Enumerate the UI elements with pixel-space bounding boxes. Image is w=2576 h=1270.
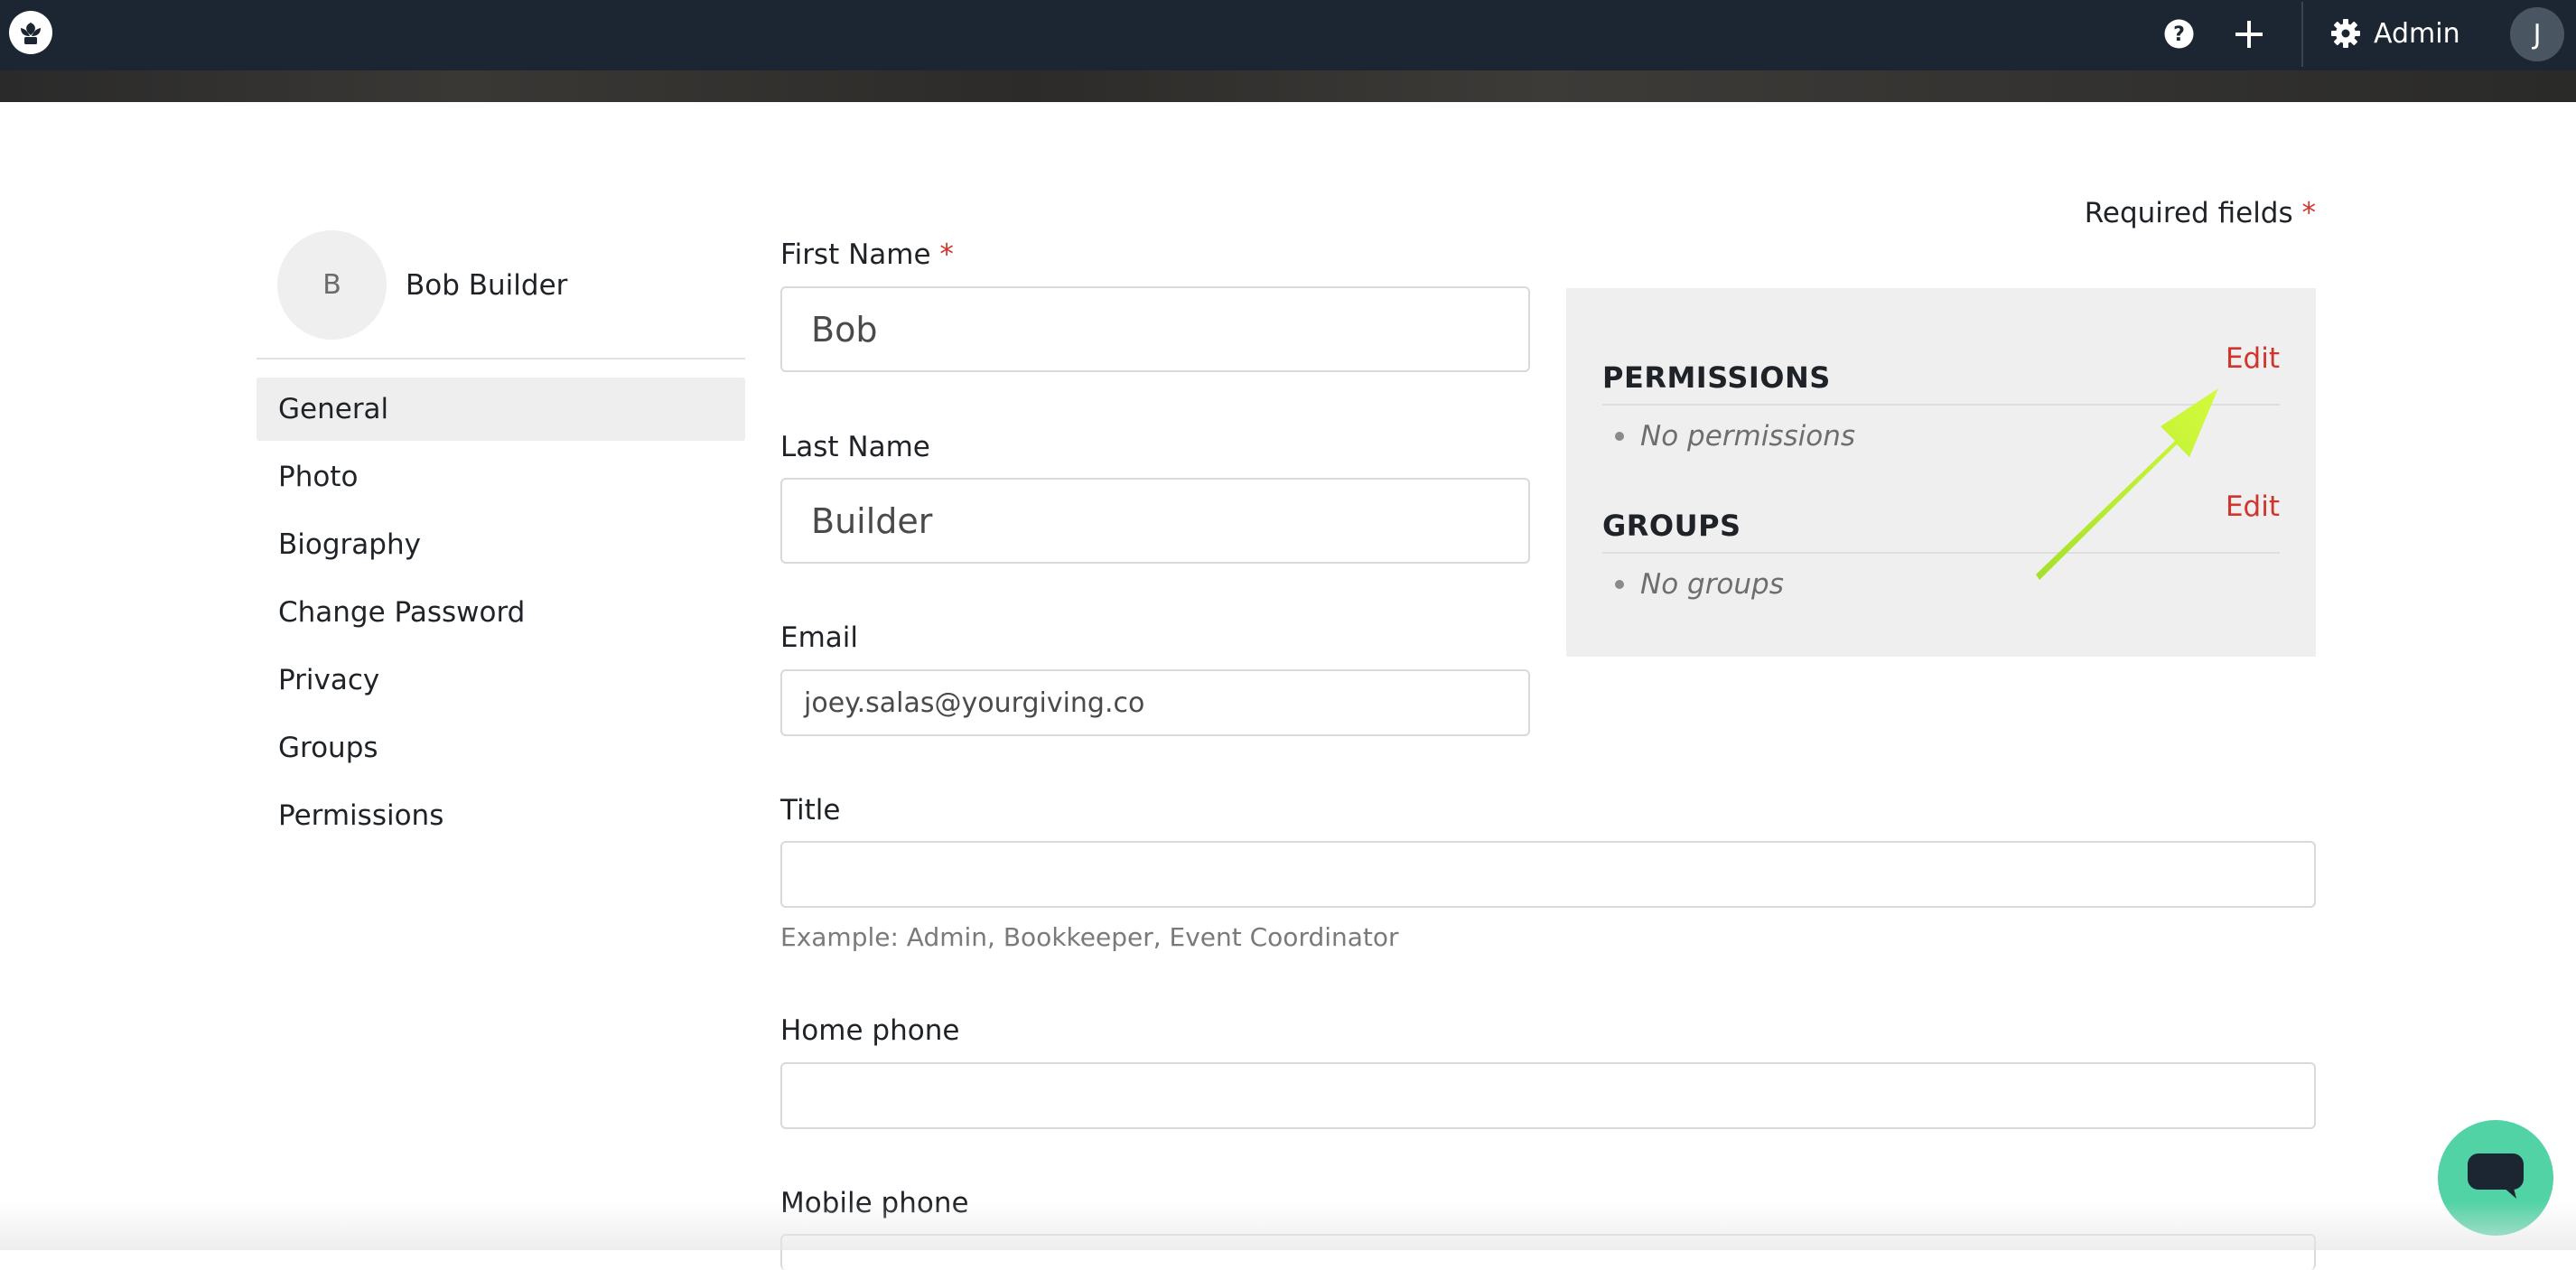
admin-menu-button[interactable]: Admin bbox=[2330, 13, 2460, 54]
required-fields-text: Required fields bbox=[2084, 197, 2293, 229]
sidebar-nav: General Photo Biography Change Password … bbox=[257, 378, 745, 852]
bullet bbox=[1615, 432, 1624, 441]
required-fields-note: Required fields * bbox=[2085, 197, 2316, 229]
sidebar-item-biography[interactable]: Biography bbox=[257, 513, 745, 576]
required-star: * bbox=[939, 238, 954, 271]
required-star: * bbox=[2301, 197, 2317, 229]
leaf-logo-icon[interactable] bbox=[9, 11, 52, 54]
gear-icon bbox=[2330, 18, 2361, 49]
svg-text:?: ? bbox=[2173, 23, 2185, 46]
sidebar-item-groups[interactable]: Groups bbox=[257, 716, 745, 780]
nav-divider bbox=[2301, 2, 2303, 67]
user-avatar[interactable]: J bbox=[2510, 7, 2564, 61]
plus-icon[interactable] bbox=[2233, 18, 2265, 51]
annotation-arrow-icon bbox=[2036, 388, 2218, 580]
title-input[interactable] bbox=[780, 841, 2316, 908]
first-name-label: First Name * bbox=[780, 238, 954, 271]
groups-empty-text: No groups bbox=[1640, 568, 1784, 601]
groups-title: GROUPS bbox=[1602, 509, 1741, 543]
chat-bubble-icon bbox=[2466, 1150, 2525, 1206]
first-name-input[interactable]: Bob bbox=[780, 286, 1530, 372]
permissions-empty-text: No permissions bbox=[1640, 420, 1855, 453]
bullet bbox=[1615, 580, 1624, 589]
admin-label: Admin bbox=[2374, 17, 2460, 50]
profile-summary: B Bob Builder bbox=[277, 230, 567, 340]
last-name-label: Last Name bbox=[780, 431, 930, 463]
email-input[interactable]: joey.salas@yourgiving.co bbox=[780, 669, 1530, 736]
sidebar-item-change-password[interactable]: Change Password bbox=[257, 581, 745, 644]
chat-button[interactable] bbox=[2438, 1120, 2553, 1236]
profile-name: Bob Builder bbox=[406, 268, 568, 302]
mobile-phone-label: Mobile phone bbox=[780, 1187, 969, 1219]
sidebar-item-permissions[interactable]: Permissions bbox=[257, 784, 745, 847]
title-hint: Example: Admin, Bookkeeper, Event Coordi… bbox=[780, 922, 1399, 952]
mobile-phone-input[interactable] bbox=[780, 1234, 2316, 1270]
title-label: Title bbox=[780, 794, 841, 826]
profile-avatar: B bbox=[277, 230, 387, 340]
sidebar-item-privacy[interactable]: Privacy bbox=[257, 649, 745, 712]
sidebar-item-general[interactable]: General bbox=[257, 378, 745, 441]
sidebar-divider bbox=[257, 358, 745, 360]
first-name-label-text: First Name bbox=[780, 238, 931, 271]
last-name-input[interactable]: Builder bbox=[780, 478, 1530, 564]
header-banner-image bbox=[0, 70, 2576, 102]
question-circle-icon[interactable]: ? bbox=[2163, 18, 2195, 50]
sidebar-item-photo[interactable]: Photo bbox=[257, 445, 745, 509]
top-navigation-bar: ? Admin J bbox=[0, 0, 2576, 70]
home-phone-label: Home phone bbox=[780, 1014, 960, 1047]
home-phone-input[interactable] bbox=[780, 1062, 2316, 1129]
permissions-title: PERMISSIONS bbox=[1602, 360, 1831, 395]
email-label: Email bbox=[780, 621, 859, 654]
